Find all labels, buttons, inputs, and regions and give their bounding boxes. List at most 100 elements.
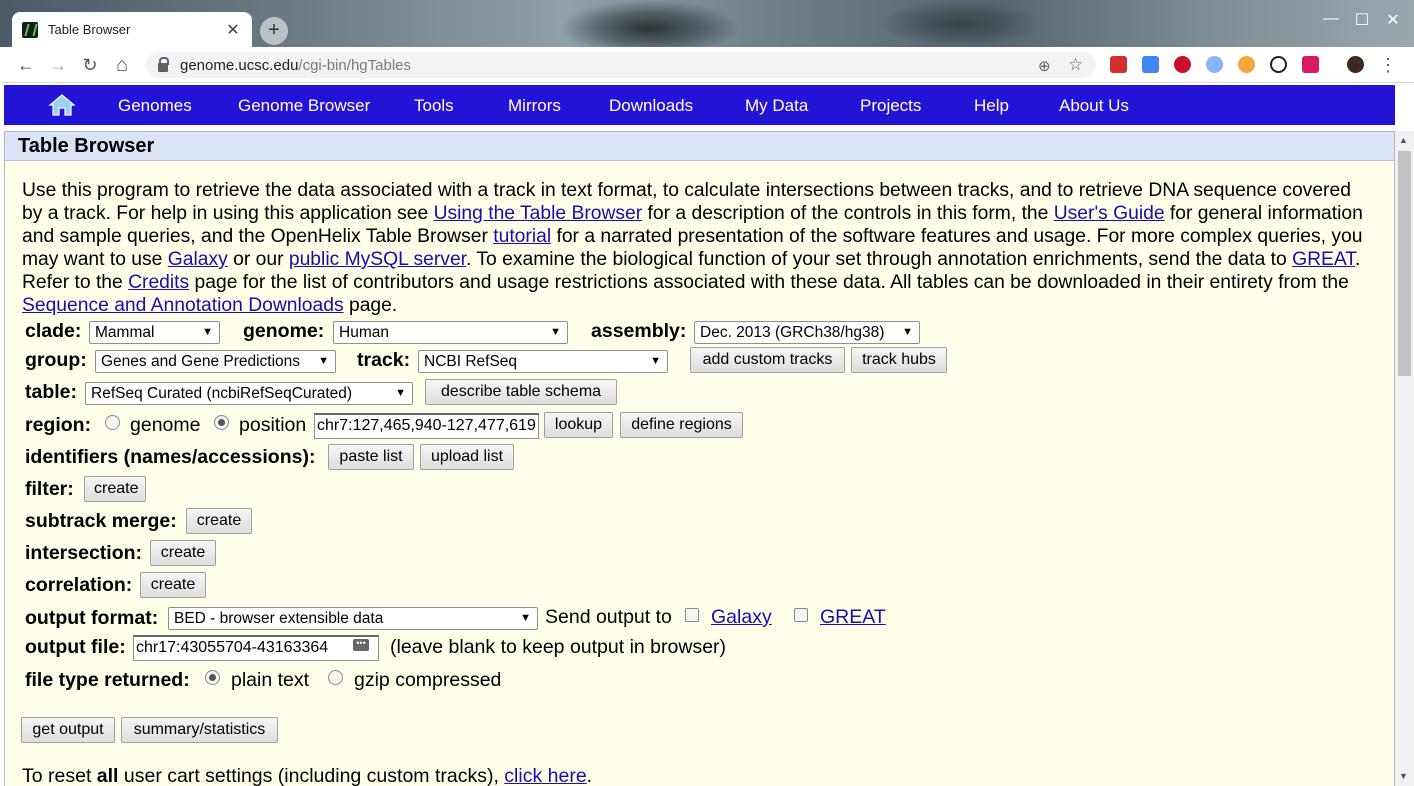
subtrack-merge-label: subtrack merge: — [25, 510, 177, 532]
link-credits[interactable]: Credits — [128, 272, 189, 293]
theme-decoration — [560, 0, 740, 47]
web-page: Genomes Genome Browser Tools Mirrors Dow… — [0, 84, 1414, 786]
link-tutorial[interactable]: tutorial — [493, 226, 551, 247]
bookmark-star-icon[interactable]: ☆ — [1068, 55, 1083, 75]
nav-projects[interactable]: Projects — [860, 96, 921, 116]
clade-select[interactable]: Mammal ▼ — [89, 321, 220, 344]
profile-avatar[interactable] — [1347, 56, 1364, 73]
summary-statistics-button[interactable]: summary/statistics — [121, 717, 278, 743]
close-window-button[interactable]: ✕ — [1378, 10, 1408, 30]
send-output-to-label: Send output to — [545, 606, 672, 628]
link-sequence-annotation-downloads[interactable]: Sequence and Annotation Downloads — [22, 295, 344, 316]
timer-extension-icon[interactable] — [1270, 56, 1287, 73]
ucsc-favicon-icon — [22, 21, 38, 38]
track-select[interactable]: NCBI RefSeq ▼ — [418, 350, 668, 373]
region-position-radio[interactable] — [214, 415, 229, 430]
correlation-label: correlation: — [25, 574, 133, 596]
add-custom-tracks-button[interactable]: add custom tracks — [690, 347, 845, 373]
feedly-extension-icon[interactable] — [1206, 56, 1223, 73]
tab-title: Table Browser — [48, 22, 131, 37]
reset-click-here-link[interactable]: click here — [504, 765, 586, 786]
page-scrollbar[interactable]: ▲ ▼ — [1395, 131, 1414, 786]
nav-help[interactable]: Help — [974, 96, 1009, 116]
get-output-button[interactable]: get output — [21, 717, 115, 743]
intersection-create-button[interactable]: create — [150, 540, 216, 566]
group-select[interactable]: Genes and Gene Predictions ▼ — [95, 350, 336, 373]
autofill-key-icon[interactable]: ••• — [353, 639, 369, 651]
address-bar[interactable]: genome.ucsc.edu/cgi-bin/hgTables ⊕ ☆ — [146, 52, 1096, 78]
new-tab-button[interactable]: + — [260, 17, 288, 45]
subtrack-merge-create-button[interactable]: create — [186, 508, 252, 534]
region-genome-radio[interactable] — [105, 415, 120, 430]
nav-tools[interactable]: Tools — [414, 96, 454, 116]
output-format-select[interactable]: BED - browser extensible data ▼ — [168, 607, 538, 630]
browser-tab-table-browser[interactable]: Table Browser ✕ — [12, 12, 252, 47]
position-input[interactable]: chr7:127,465,940-127,477,619 — [314, 413, 539, 439]
link-great[interactable]: GREAT — [1292, 249, 1355, 270]
intro-paragraph: Use this program to retrieve the data as… — [22, 179, 1372, 317]
stop-extension-icon[interactable] — [1302, 56, 1319, 73]
reset-cart-text: To reset all user cart settings (includi… — [22, 765, 592, 786]
link-using-table-browser[interactable]: Using the Table Browser — [434, 203, 643, 224]
nav-downloads[interactable]: Downloads — [609, 96, 693, 116]
link-galaxy[interactable]: Galaxy — [168, 249, 228, 270]
send-to-great-checkbox[interactable] — [794, 608, 808, 622]
forward-button[interactable]: → — [46, 53, 70, 77]
upload-list-button[interactable]: upload list — [420, 444, 514, 470]
reload-button[interactable]: ↻ — [78, 53, 102, 77]
filter-create-button[interactable]: create — [84, 476, 146, 502]
table-select[interactable]: RefSeq Curated (ncbiRefSeqCurated) ▼ — [85, 382, 413, 405]
intersection-label: intersection: — [25, 542, 143, 564]
define-regions-button[interactable]: define regions — [620, 412, 743, 438]
nav-genomes[interactable]: Genomes — [118, 96, 192, 116]
nav-mirrors[interactable]: Mirrors — [508, 96, 561, 116]
scroll-up-icon[interactable]: ▲ — [1399, 135, 1408, 145]
nav-about-us[interactable]: About Us — [1059, 96, 1129, 116]
clade-label: clade: — [25, 320, 82, 342]
home-button[interactable]: ⌂ — [110, 53, 134, 77]
paste-list-button[interactable]: paste list — [328, 444, 414, 470]
great-link[interactable]: GREAT — [820, 606, 886, 629]
track-hubs-button[interactable]: track hubs — [851, 347, 947, 373]
zoom-icon[interactable]: ⊕ — [1038, 57, 1051, 75]
translate-extension-icon[interactable] — [1142, 56, 1159, 73]
minimize-window-button[interactable]: — — [1316, 10, 1346, 28]
tab-close-icon[interactable]: ✕ — [224, 20, 242, 40]
genome-select[interactable]: Human ▼ — [333, 321, 568, 344]
output-file-hint: (leave blank to keep output in browser) — [390, 636, 727, 658]
red-dots-extension-icon[interactable] — [1110, 56, 1127, 73]
nav-genome-browser[interactable]: Genome Browser — [238, 96, 370, 116]
table-value: RefSeq Curated (ncbiRefSeqCurated) — [91, 385, 353, 402]
adblock-extension-icon[interactable] — [1174, 56, 1191, 73]
nav-my-data[interactable]: My Data — [745, 96, 808, 116]
group-value: Genes and Gene Predictions — [101, 353, 301, 370]
table-label: table: — [25, 381, 78, 403]
back-button[interactable]: ← — [14, 53, 38, 77]
region-position-label: position — [239, 414, 307, 436]
link-public-mysql-server[interactable]: public MySQL server — [289, 249, 466, 270]
group-label: group: — [25, 349, 87, 371]
galaxy-link[interactable]: Galaxy — [711, 606, 772, 629]
correlation-create-button[interactable]: create — [140, 572, 206, 598]
dropdown-arrow-icon: ▼ — [318, 355, 329, 367]
home-icon[interactable] — [48, 93, 76, 117]
chrome-menu-icon[interactable]: ⋮ — [1376, 53, 1400, 77]
send-to-galaxy-checkbox[interactable] — [685, 608, 699, 622]
link-users-guide[interactable]: User's Guide — [1054, 203, 1165, 224]
scroll-down-icon[interactable]: ▼ — [1399, 771, 1408, 781]
identifiers-label: identifiers (names/accessions): — [25, 446, 316, 468]
reset-text: . — [586, 765, 593, 786]
maximize-window-button[interactable]: ☐ — [1347, 10, 1377, 30]
dropdown-arrow-icon: ▼ — [550, 326, 561, 338]
clade-value: Mammal — [95, 324, 155, 341]
file-type-plain-radio[interactable] — [205, 670, 220, 685]
lookup-button[interactable]: lookup — [544, 412, 613, 438]
intro-text: or our — [227, 249, 289, 270]
describe-table-schema-button[interactable]: describe table schema — [425, 379, 617, 405]
assembly-select[interactable]: Dec. 2013 (GRCh38/hg38) ▼ — [694, 321, 920, 344]
fox-extension-icon[interactable] — [1238, 56, 1255, 73]
scrollbar-thumb[interactable] — [1398, 151, 1411, 376]
file-type-gzip-radio[interactable] — [328, 670, 343, 685]
output-file-input[interactable]: chr17:43055704-43163364 — [133, 635, 379, 661]
region-genome-label: genome — [130, 414, 201, 436]
